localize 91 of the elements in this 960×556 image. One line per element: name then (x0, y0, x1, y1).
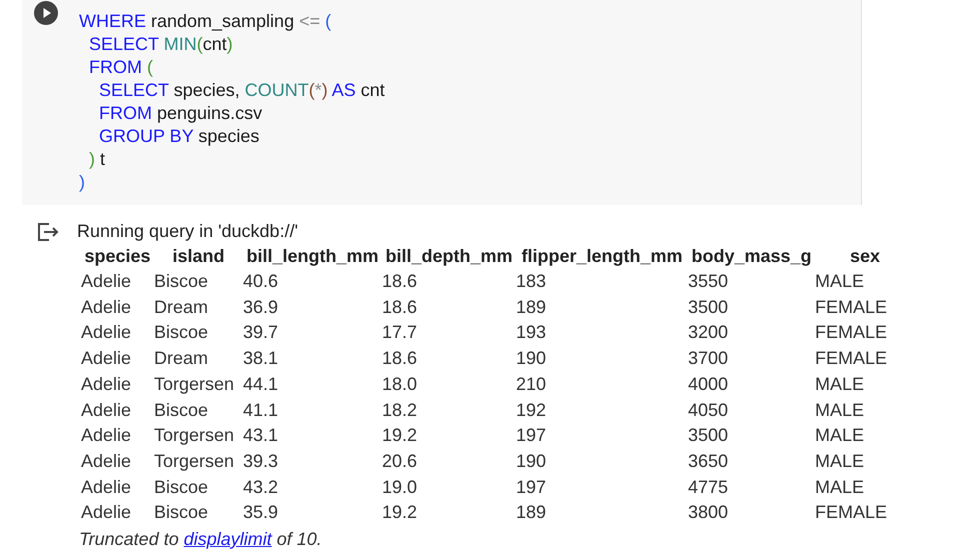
table-cell-text: Dream (154, 347, 210, 370)
table-cell-text: 18.2 (382, 398, 418, 422)
table-cell-text: 4050 (688, 398, 730, 422)
table-cell-text: 197 (516, 424, 548, 448)
table-cell-text: Biscoe (154, 398, 210, 422)
table-cell-text: MALE (815, 398, 866, 422)
code-line: SELECT species, COUNT(*) AS cnt (98, 79, 386, 102)
table-cell-text: Adelie (81, 398, 132, 422)
table-cell-text: 36.9 (243, 296, 280, 319)
table-cell-text: 4000 (688, 372, 730, 396)
column-header: island (171, 245, 226, 268)
table-cell-text: Adelie (81, 476, 132, 499)
table-cell-text: 193 (516, 321, 548, 344)
code-line: FROM penguins.csv (98, 102, 264, 125)
displaylimit-link[interactable]: displaylimit (184, 529, 272, 550)
run-button[interactable] (34, 1, 58, 25)
table-cell-text: MALE (815, 270, 866, 293)
output-icon[interactable] (36, 220, 60, 244)
table-cell-text: 3800 (688, 501, 730, 524)
table-cell-text: 3500 (688, 424, 730, 448)
table-cell-text: 43.1 (243, 424, 280, 448)
truncation-note: Truncated to displaylimit of 10. (79, 528, 323, 552)
table-cell-text: 3500 (688, 296, 730, 319)
table-cell-text: 19.2 (382, 424, 418, 448)
table-cell-text: MALE (815, 424, 866, 448)
code-line: SELECT MIN(cnt) (88, 33, 234, 56)
table-cell-text: MALE (815, 476, 866, 499)
table-cell-text: Biscoe (154, 321, 210, 344)
table-cell-text: Biscoe (154, 501, 210, 524)
table-cell-text: 44.1 (243, 372, 280, 396)
column-header: body_mass_g (690, 245, 813, 268)
table-cell-text: Adelie (81, 296, 132, 319)
table-cell-text: FEMALE (815, 501, 888, 524)
table-cell-text: 189 (516, 501, 548, 524)
table-cell-text: 39.3 (243, 450, 280, 473)
table-cell-text: Adelie (81, 501, 132, 524)
table-cell-text: 18.6 (382, 347, 418, 370)
code-line: GROUP BY species (98, 125, 260, 148)
column-header: bill_length_mm (245, 245, 380, 268)
table-cell-text: 40.6 (243, 270, 280, 293)
table-cell-text: FEMALE (815, 347, 888, 370)
table-cell-text: FEMALE (815, 321, 888, 344)
table-cell-text: 19.2 (382, 501, 418, 524)
column-header: bill_depth_mm (384, 245, 514, 268)
table-cell-text: Adelie (81, 372, 132, 396)
table-cell-text: 18.6 (382, 270, 418, 293)
column-header: flipper_length_mm (520, 245, 684, 268)
table-cell-text: 18.6 (382, 296, 418, 319)
code-editor[interactable]: WHERE random_sampling <= ( SELECT MIN(cnt) FROM ( SELECT species, COUNT(*) AS cnt FROM penguins.csv GROUP BY species ) t ) (22, 0, 862, 205)
code-line: ) (79, 171, 86, 194)
status-text: Running query in 'duckdb://' (77, 220, 300, 243)
table-cell-text: FEMALE (815, 296, 888, 319)
table-cell-text: Dream (154, 296, 210, 319)
table-cell-text: Adelie (81, 450, 132, 473)
table-cell-text: 35.9 (243, 501, 280, 524)
code-line: FROM ( (88, 56, 154, 79)
table-cell-text: 197 (516, 476, 548, 499)
code-line: WHERE random_sampling <= ( (79, 10, 332, 33)
table-cell-text: 189 (516, 296, 548, 319)
table-cell-text: 38.1 (243, 347, 280, 370)
table-cell-text: 19.0 (382, 476, 418, 499)
table-cell-text: 3200 (688, 321, 730, 344)
table-cell-text: MALE (815, 450, 866, 473)
code-line: ) t (88, 148, 106, 171)
table-cell-text: 3650 (688, 450, 730, 473)
table-cell-text: Adelie (81, 424, 132, 448)
table-cell-text: Adelie (81, 347, 132, 370)
table-cell-text: 183 (516, 270, 548, 293)
table-cell-text: Torgersen (154, 450, 236, 473)
table-cell-text: 41.1 (243, 398, 280, 422)
table-cell-text: 192 (516, 398, 548, 422)
table-cell-text: Biscoe (154, 476, 210, 499)
column-header: sex (848, 245, 882, 268)
table-cell-text: 210 (516, 372, 548, 396)
table-cell-text: Adelie (81, 321, 132, 344)
table-cell-text: MALE (815, 372, 866, 396)
table-cell-text: 190 (516, 347, 548, 370)
table-cell-text: 190 (516, 450, 548, 473)
table-cell-text: 4775 (688, 476, 730, 499)
table-cell-text: 20.6 (382, 450, 418, 473)
table-cell-text: Adelie (81, 270, 132, 293)
table-cell-text: Torgersen (154, 424, 236, 448)
table-cell-text: Torgersen (154, 372, 236, 396)
table-cell-text: 43.2 (243, 476, 280, 499)
table-cell-text: 3550 (688, 270, 730, 293)
column-header: species (83, 245, 152, 268)
table-cell-text: 3700 (688, 347, 730, 370)
table-cell-text: 18.0 (382, 372, 418, 396)
table-cell-text: 39.7 (243, 321, 280, 344)
table-cell-text: 17.7 (382, 321, 418, 344)
table-cell-text: Biscoe (154, 270, 210, 293)
